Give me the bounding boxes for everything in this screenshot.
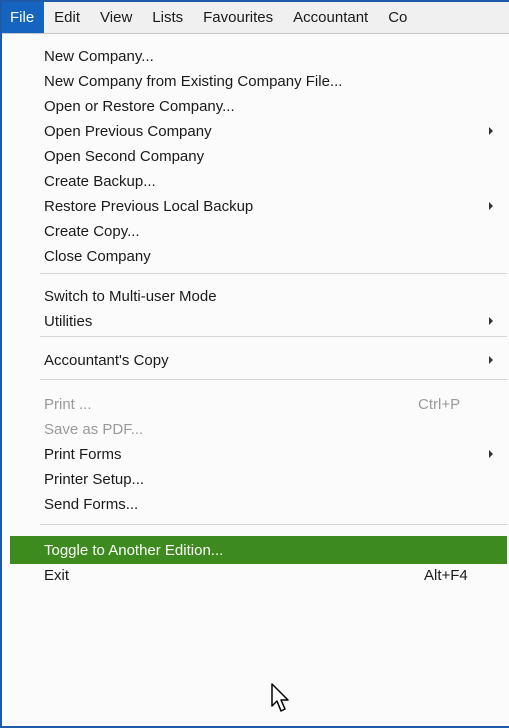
menu-item-label: Print Forms	[44, 445, 122, 463]
menu-separator	[40, 273, 507, 274]
menu-item-label: Switch to Multi-user Mode	[44, 287, 217, 305]
menubar-file[interactable]: File	[2, 2, 45, 33]
menu-item-save-as-pdf[interactable]: Save as PDF...	[12, 417, 507, 441]
mouse-pointer-icon	[271, 683, 289, 712]
menu-item-switch-to-multi-user-mode[interactable]: Switch to Multi-user Mode	[12, 284, 507, 308]
menu-bar: File Edit View Lists Favourites Accounta…	[2, 2, 509, 34]
menu-item-label: Utilities	[44, 312, 93, 330]
submenu-arrow-icon	[489, 127, 493, 135]
menu-item-new-company-from-existing[interactable]: New Company from Existing Company File..…	[12, 69, 507, 93]
menu-item-exit[interactable]: Exit Alt+F4	[12, 563, 507, 587]
menu-item-print-forms[interactable]: Print Forms	[12, 442, 507, 466]
menubar-view[interactable]: View	[90, 2, 142, 33]
menu-separator	[40, 379, 507, 380]
file-menu-dropdown: New Company... New Company from Existing…	[2, 34, 509, 726]
menu-item-label: Print ...	[44, 395, 92, 413]
submenu-arrow-icon	[489, 356, 493, 364]
menubar-edit[interactable]: Edit	[44, 2, 90, 33]
menu-item-label: New Company...	[44, 47, 154, 65]
menu-item-label: Toggle to Another Edition...	[44, 541, 224, 559]
application-window: File Edit View Lists Favourites Accounta…	[0, 0, 509, 728]
menu-item-send-forms[interactable]: Send Forms...	[12, 492, 507, 516]
menubar-accountant[interactable]: Accountant	[283, 2, 378, 33]
shortcut-label: Ctrl+P	[418, 395, 461, 413]
menu-item-label: Open Previous Company	[44, 122, 212, 140]
menu-item-print[interactable]: Print ... Ctrl+P	[12, 392, 507, 416]
menu-item-label: Restore Previous Local Backup	[44, 197, 254, 215]
menu-item-label: Close Company	[44, 247, 151, 265]
shortcut-label: Alt+F4	[424, 566, 468, 584]
menubar-accountant-label: Accountant	[293, 9, 369, 26]
menu-item-toggle-to-another-edition[interactable]: Toggle to Another Edition...	[10, 536, 507, 564]
menubar-view-label: View	[100, 9, 133, 26]
menubar-favourites[interactable]: Favourites	[193, 2, 283, 33]
menu-item-create-backup[interactable]: Create Backup...	[12, 169, 507, 193]
menu-separator	[40, 524, 507, 525]
menu-item-label: Open or Restore Company...	[44, 97, 235, 115]
menubar-company[interactable]: Co	[378, 2, 417, 33]
menu-item-new-company[interactable]: New Company...	[12, 44, 507, 68]
menu-item-label: Create Copy...	[44, 222, 140, 240]
menu-item-create-copy[interactable]: Create Copy...	[12, 219, 507, 243]
menu-item-label: Save as PDF...	[44, 420, 144, 438]
menu-item-label: Create Backup...	[44, 172, 156, 190]
menu-item-open-or-restore-company[interactable]: Open or Restore Company...	[12, 94, 507, 118]
submenu-arrow-icon	[489, 202, 493, 210]
menu-item-label: New Company from Existing Company File..…	[44, 72, 343, 90]
menu-item-label: Printer Setup...	[44, 470, 145, 488]
submenu-arrow-icon	[489, 450, 493, 458]
menu-item-label: Exit	[44, 566, 70, 584]
submenu-arrow-icon	[489, 317, 493, 325]
menubar-lists[interactable]: Lists	[142, 2, 193, 33]
menu-item-printer-setup[interactable]: Printer Setup...	[12, 467, 507, 491]
menubar-edit-label: Edit	[54, 9, 81, 26]
menubar-favourites-label: Favourites	[203, 9, 274, 26]
menu-item-close-company[interactable]: Close Company	[12, 244, 507, 268]
menu-item-utilities[interactable]: Utilities	[12, 309, 507, 333]
menu-item-accountants-copy[interactable]: Accountant's Copy	[12, 348, 507, 372]
menubar-file-label: File	[10, 9, 35, 26]
menubar-company-label: Co	[388, 9, 408, 26]
menu-item-label: Open Second Company	[44, 147, 205, 165]
menu-item-label: Accountant's Copy	[44, 351, 169, 369]
menubar-lists-label: Lists	[152, 9, 184, 26]
menu-item-label: Send Forms...	[44, 495, 139, 513]
menu-item-open-previous-company[interactable]: Open Previous Company	[12, 119, 507, 143]
menu-separator	[40, 336, 507, 337]
menu-item-restore-previous-local-backup[interactable]: Restore Previous Local Backup	[12, 194, 507, 218]
menu-item-open-second-company[interactable]: Open Second Company	[12, 144, 507, 168]
